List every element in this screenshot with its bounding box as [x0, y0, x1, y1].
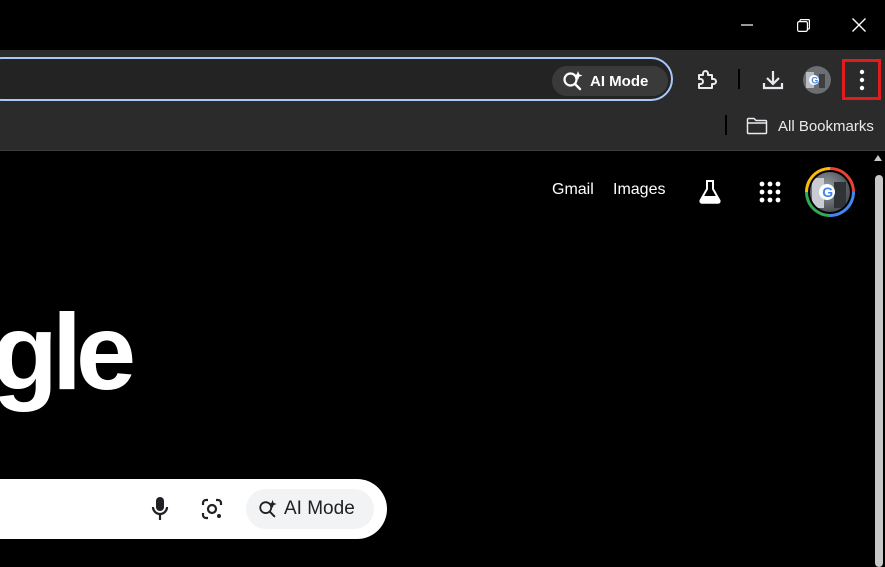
search-ai-mode-button[interactable]: AI Mode [246, 489, 374, 529]
close-button[interactable] [830, 0, 885, 50]
flask-icon [699, 180, 721, 204]
download-icon [762, 71, 784, 90]
svg-text:G: G [811, 76, 818, 86]
browser-menu-button[interactable] [842, 59, 881, 100]
scroll-up-icon[interactable] [874, 154, 882, 162]
omnibox-ai-mode-label: AI Mode [590, 72, 649, 90]
images-link[interactable]: Images [613, 181, 665, 199]
microphone-icon [151, 497, 169, 520]
all-bookmarks-button[interactable]: All Bookmarks [746, 114, 874, 138]
avatar: G [803, 66, 831, 94]
lens-search-button[interactable] [196, 492, 228, 526]
avatar: G [810, 172, 850, 212]
extensions-button[interactable] [690, 63, 724, 97]
lens-icon [201, 498, 223, 520]
account-photo-icon: G [812, 178, 846, 208]
ai-search-icon [563, 71, 583, 91]
profile-avatar-button[interactable]: G [803, 66, 831, 94]
labs-button[interactable] [693, 175, 727, 209]
title-bar [0, 0, 885, 50]
puzzle-icon [698, 70, 717, 89]
minimize-icon [741, 24, 753, 26]
close-icon [852, 18, 866, 32]
page-scrollbar[interactable] [871, 151, 885, 567]
toolbar-separator [738, 69, 740, 89]
google-logo: gle [0, 291, 136, 412]
restore-icon [796, 18, 810, 32]
gmail-link[interactable]: Gmail [552, 181, 594, 199]
folder-icon [746, 117, 768, 135]
downloads-button[interactable] [756, 63, 790, 97]
minimize-button[interactable] [718, 0, 776, 50]
restore-button[interactable] [774, 0, 832, 50]
all-bookmarks-label: All Bookmarks [778, 117, 874, 135]
scroll-thumb[interactable] [875, 175, 883, 567]
bookmarks-bar: All Bookmarks [0, 110, 885, 151]
voice-search-button[interactable] [144, 492, 176, 526]
kebab-menu-icon [859, 69, 864, 90]
bookmarks-separator [725, 115, 727, 135]
ai-search-icon [259, 499, 277, 518]
google-apps-button[interactable] [753, 175, 787, 209]
google-account-button[interactable]: G [805, 167, 855, 217]
svg-text:G: G [822, 184, 833, 200]
omnibox-ai-mode-button[interactable]: AI Mode [552, 66, 668, 96]
search-ai-mode-label: AI Mode [284, 498, 355, 519]
apps-grid-icon [759, 181, 781, 203]
browser-toolbar [0, 50, 885, 110]
